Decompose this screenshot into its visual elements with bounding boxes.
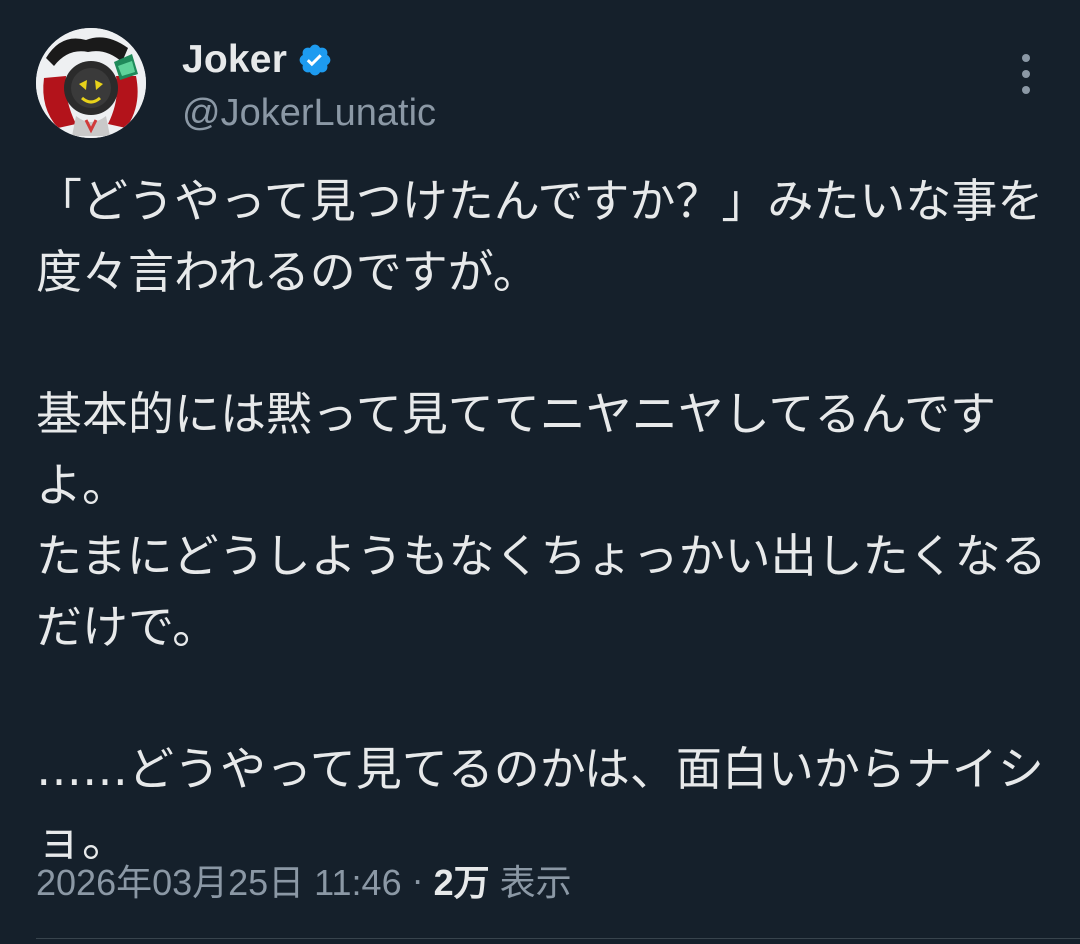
- tweet-meta: 2026年03月25日 11:46 · 2万 表示: [36, 854, 572, 906]
- joker-avatar-icon: [36, 28, 146, 138]
- tweet-header: Joker @JokerLunatic: [36, 28, 1044, 140]
- tweet-text: 「どうやって見つけたんですか？」みたいな事を度々言われるのですが。 基本的には黙…: [36, 174, 1047, 867]
- tweet-timestamp[interactable]: 2026年03月25日 11:46: [36, 854, 402, 906]
- avatar[interactable]: [36, 28, 146, 138]
- view-count-label: 表示: [499, 862, 572, 903]
- meta-separator: ·: [411, 859, 424, 900]
- tweet-card: Joker @JokerLunatic 「どうやって見つけたんですか？」みたいな…: [0, 0, 1080, 944]
- display-name[interactable]: Joker: [182, 38, 287, 82]
- verified-badge-icon: [297, 42, 333, 78]
- display-name-row: Joker: [182, 36, 436, 84]
- more-options-icon[interactable]: [1008, 46, 1044, 102]
- view-count[interactable]: 2万: [434, 854, 490, 906]
- author-names: Joker @JokerLunatic: [182, 36, 436, 135]
- user-handle[interactable]: @JokerLunatic: [182, 92, 436, 135]
- divider: [36, 938, 1080, 939]
